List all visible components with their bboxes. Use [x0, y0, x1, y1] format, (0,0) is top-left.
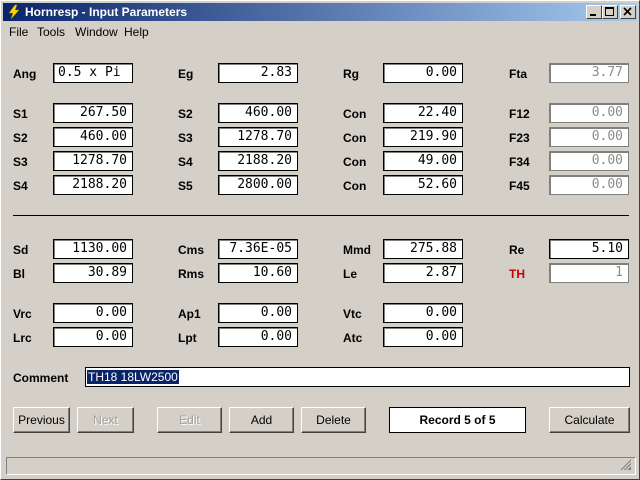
label-f34: F34: [509, 155, 530, 169]
section-divider: [13, 215, 629, 216]
label-le: Le: [343, 267, 358, 281]
field-s3-col2[interactable]: 1278.70: [218, 127, 298, 147]
window-title: Hornresp - Input Parameters: [25, 5, 188, 19]
maximize-icon: [605, 7, 614, 16]
label-rg: Rg: [343, 67, 359, 81]
previous-button[interactable]: Previous: [13, 407, 70, 433]
field-eg[interactable]: 2.83: [218, 63, 298, 83]
field-fta: 3.77: [549, 63, 629, 83]
field-f34: 0.00: [549, 151, 629, 171]
label-mmd: Mmd: [343, 243, 371, 257]
label-re: Re: [509, 243, 525, 257]
comment-text: TH18 18LW2500: [87, 370, 179, 384]
lightning-icon: [8, 4, 20, 20]
field-s3[interactable]: 1278.70: [53, 151, 133, 171]
label-ang: Ang: [13, 67, 37, 81]
comment-field[interactable]: TH18 18LW2500: [85, 367, 630, 387]
calculate-button[interactable]: Calculate: [549, 407, 630, 433]
field-con1[interactable]: 22.40: [383, 103, 463, 123]
close-button[interactable]: [620, 5, 636, 19]
label-f23: F23: [509, 131, 530, 145]
label-rms: Rms: [178, 267, 205, 281]
label-s3: S3: [13, 155, 28, 169]
menu-window[interactable]: Window: [75, 25, 118, 39]
label-vrc: Vrc: [13, 307, 32, 321]
label-s2: S2: [13, 131, 28, 145]
status-bar: [6, 457, 636, 475]
label-con4: Con: [343, 179, 367, 193]
field-sd[interactable]: 1130.00: [53, 239, 133, 259]
field-ang[interactable]: 0.5 x Pi: [53, 63, 133, 83]
field-s2-col2[interactable]: 460.00: [218, 103, 298, 123]
delete-button[interactable]: Delete: [301, 407, 366, 433]
field-vtc[interactable]: 0.00: [383, 303, 463, 323]
field-vrc[interactable]: 0.00: [53, 303, 133, 323]
resize-grip[interactable]: [619, 458, 631, 470]
label-cms: Cms: [178, 243, 205, 257]
label-lrc: Lrc: [13, 331, 32, 345]
field-f12: 0.00: [549, 103, 629, 123]
label-f12: F12: [509, 107, 530, 121]
label-s3-col2: S3: [178, 131, 193, 145]
label-f45: F45: [509, 179, 530, 193]
field-f45: 0.00: [549, 175, 629, 195]
main-window: Hornresp - Input Parameters File Tools W…: [0, 0, 640, 480]
title-bar[interactable]: Hornresp - Input Parameters: [3, 3, 637, 21]
field-s1[interactable]: 267.50: [53, 103, 133, 123]
menu-bar: File Tools Window Help: [3, 22, 637, 41]
field-bl[interactable]: 30.89: [53, 263, 133, 283]
label-th[interactable]: TH: [509, 267, 525, 281]
field-mmd[interactable]: 275.88: [383, 239, 463, 259]
field-atc[interactable]: 0.00: [383, 327, 463, 347]
field-con3[interactable]: 49.00: [383, 151, 463, 171]
field-th: 1: [549, 263, 629, 283]
field-cms[interactable]: 7.36E-05: [218, 239, 298, 259]
label-con3: Con: [343, 155, 367, 169]
label-ap1: Ap1: [178, 307, 201, 321]
minimize-button[interactable]: [586, 5, 602, 19]
field-lrc[interactable]: 0.00: [53, 327, 133, 347]
minimize-icon: [590, 14, 596, 16]
maximize-button[interactable]: [602, 5, 618, 19]
field-rms[interactable]: 10.60: [218, 263, 298, 283]
field-le[interactable]: 2.87: [383, 263, 463, 283]
menu-file[interactable]: File: [9, 25, 28, 39]
field-ap1[interactable]: 0.00: [218, 303, 298, 323]
field-s4[interactable]: 2188.20: [53, 175, 133, 195]
label-s4: S4: [13, 179, 28, 193]
add-button[interactable]: Add: [229, 407, 294, 433]
label-atc: Atc: [343, 331, 363, 345]
label-comment: Comment: [13, 371, 69, 385]
label-lpt: Lpt: [178, 331, 197, 345]
label-eg: Eg: [178, 67, 194, 81]
label-s1: S1: [13, 107, 28, 121]
field-re[interactable]: 5.10: [549, 239, 629, 259]
edit-button[interactable]: Edit: [157, 407, 222, 433]
label-fta: Fta: [509, 67, 527, 81]
close-icon: [623, 7, 632, 16]
field-s4-col2[interactable]: 2188.20: [218, 151, 298, 171]
label-sd: Sd: [13, 243, 29, 257]
field-con4[interactable]: 52.60: [383, 175, 463, 195]
label-con1: Con: [343, 107, 367, 121]
field-s5[interactable]: 2800.00: [218, 175, 298, 195]
record-indicator: Record 5 of 5: [389, 407, 526, 433]
label-con2: Con: [343, 131, 367, 145]
menu-help[interactable]: Help: [124, 25, 149, 39]
label-s5: S5: [178, 179, 193, 193]
next-button[interactable]: Next: [77, 407, 134, 433]
field-rg[interactable]: 0.00: [383, 63, 463, 83]
field-lpt[interactable]: 0.00: [218, 327, 298, 347]
label-s4-col2: S4: [178, 155, 193, 169]
field-s2[interactable]: 460.00: [53, 127, 133, 147]
menu-tools[interactable]: Tools: [37, 25, 65, 39]
label-s2-col2: S2: [178, 107, 193, 121]
label-vtc: Vtc: [343, 307, 362, 321]
label-bl: Bl: [13, 267, 25, 281]
field-con2[interactable]: 219.90: [383, 127, 463, 147]
field-f23: 0.00: [549, 127, 629, 147]
